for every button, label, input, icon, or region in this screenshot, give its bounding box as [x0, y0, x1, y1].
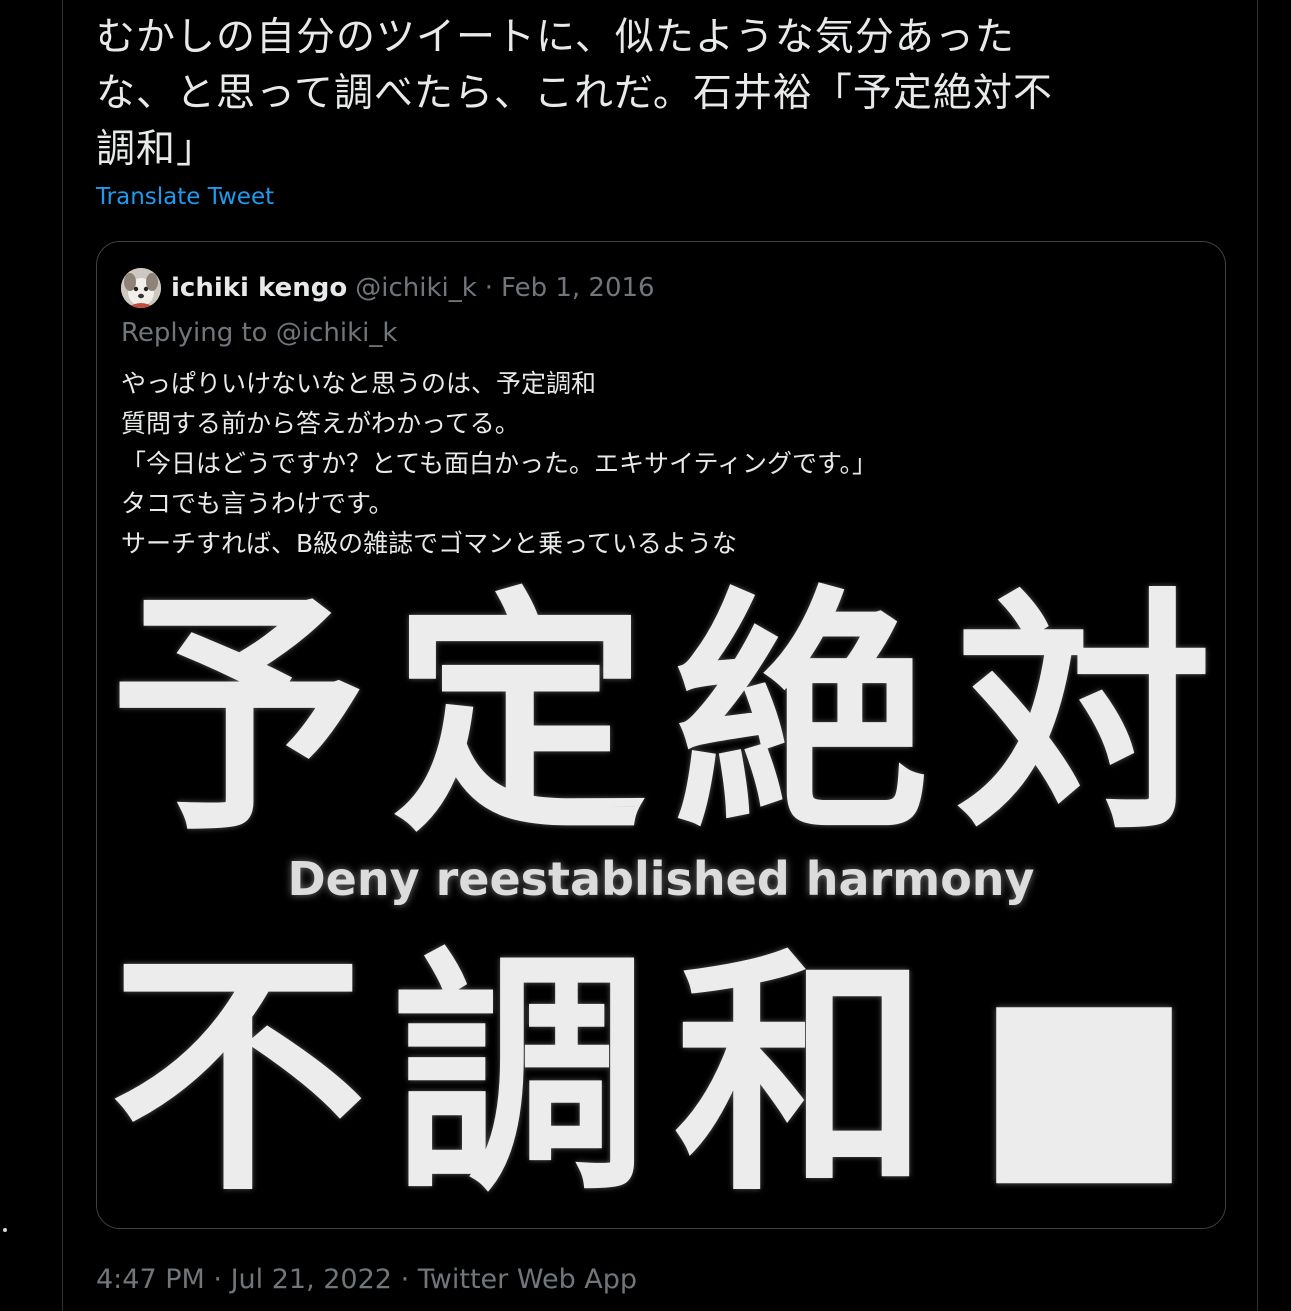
timeline-left-border [62, 0, 63, 1311]
image-glyph: 予 [109, 582, 366, 866]
tweet-date[interactable]: Jul 21, 2022 [231, 1264, 392, 1295]
image-glyph: 絶 [673, 582, 930, 866]
quoted-body-line: サーチすれば、B級の雑誌でゴマンと乗っているような [121, 529, 737, 558]
quoted-tweet-body: やっぱりいけないなと思うのは、予定調和 質問する前から答えがわかってる。 「今日… [121, 364, 1201, 564]
tweet-time[interactable]: 4:47 PM [96, 1264, 205, 1295]
meta-separator: · [213, 1264, 222, 1295]
image-text-row-bottom: 不 調 和 ■ [97, 942, 1225, 1212]
quoted-author-handle[interactable]: @ichiki_k [355, 273, 477, 303]
meta-separator: · [484, 273, 494, 303]
quoted-body-line: タコでも言うわけです。 [121, 489, 394, 518]
image-glyph-square: ■ [975, 943, 1193, 1210]
timeline-right-border [1257, 0, 1258, 1311]
tweet-text: むかしの自分のツイートに、似たような気分あった な、と思って調べたら、これだ。石… [96, 10, 1226, 178]
image-subtitle: Deny reestablished harmony [287, 852, 1035, 906]
tweet-detail-page: むかしの自分のツイートに、似たような気分あった な、と思って調べたら、これだ。石… [0, 0, 1291, 1311]
image-text-row-top: 予 定 絶 対 [97, 582, 1225, 852]
quoted-body-line: 「今日はどうですか？とても面白かった。エキサイティングです。」 [121, 449, 878, 478]
quoted-tweet-date[interactable]: Feb 1, 2016 [501, 273, 655, 303]
image-glyph: 和 [673, 928, 930, 1226]
quoted-tweet-card[interactable]: ichiki kengo @ichiki_k · Feb 1, 2016 Rep… [96, 241, 1226, 1229]
avatar[interactable] [121, 268, 161, 308]
quoted-body-line: 質問する前から答えがわかってる。 [121, 409, 520, 438]
tweet-text-line: 調和」 [96, 127, 217, 172]
tweet-text-line: むかしの自分のツイートに、似たような気分あった [96, 15, 1015, 60]
quoted-tweet-header: ichiki kengo @ichiki_k · Feb 1, 2016 [121, 266, 655, 310]
image-glyph: 対 [955, 582, 1212, 866]
quoted-author-name[interactable]: ichiki kengo [171, 273, 347, 303]
image-glyph: 定 [391, 582, 648, 866]
meta-separator: · [400, 1264, 410, 1295]
dog-avatar-icon [121, 268, 161, 308]
image-glyph: 調 [391, 928, 648, 1226]
tweet-source-app[interactable]: Twitter Web App [418, 1264, 637, 1295]
quoted-tweet-image[interactable]: 予 定 絶 対 Deny reestablished harmony 不 調 和… [97, 582, 1225, 1228]
tweet-footer-meta: 4:47 PM · Jul 21, 2022 · Twitter Web App [96, 1264, 637, 1295]
replying-to: Replying to @ichiki_k [121, 318, 398, 348]
image-glyph: 不 [109, 928, 366, 1226]
tweet-text-line: な、と思って調べたら、これだ。石井裕「予定絶対不 [96, 71, 1053, 116]
quoted-body-line: やっぱりいけないなと思うのは、予定調和 [121, 369, 597, 398]
translate-tweet-link[interactable]: Translate Tweet [96, 184, 274, 210]
edge-dot [3, 1228, 7, 1232]
